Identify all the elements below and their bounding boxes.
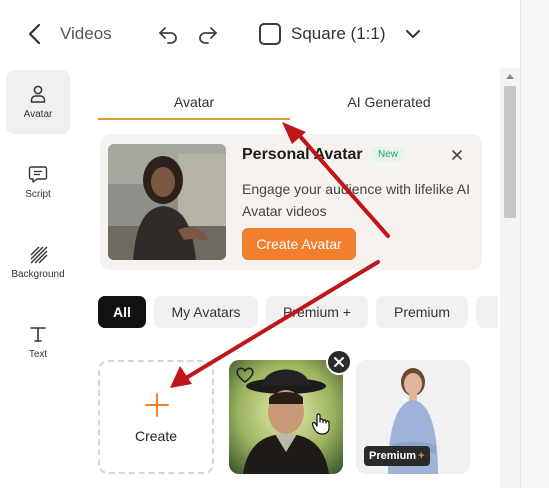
filter-chip-my-avatars[interactable]: My Avatars — [154, 296, 258, 328]
filter-chip-premium[interactable]: Premium — [376, 296, 468, 328]
tab-bar: Avatar AI Generated — [98, 84, 488, 120]
aspect-ratio-select[interactable]: Square (1:1) — [259, 22, 422, 46]
filter-chip-premium-plus[interactable]: Premium + — [266, 296, 368, 328]
personal-avatar-promo: Personal Avatar New Engage your audience… — [100, 134, 482, 270]
close-icon[interactable] — [450, 148, 464, 162]
square-icon — [259, 23, 281, 45]
top-bar: Videos Square (1:1) — [0, 0, 520, 68]
page-title: Videos — [60, 24, 112, 43]
aspect-ratio-label: Square (1:1) — [291, 24, 386, 43]
close-icon — [334, 357, 344, 367]
chevron-down-icon — [405, 30, 420, 38]
sidenav-label: Script — [25, 189, 51, 200]
filter-chip-all[interactable]: All — [98, 296, 146, 328]
filter-chips: All My Avatars Premium + Premium — [98, 296, 498, 330]
promo-title: Personal Avatar — [242, 146, 363, 163]
sidenav-label: Background — [11, 269, 65, 280]
redo-icon[interactable] — [196, 22, 220, 46]
filter-chip-overflow[interactable] — [476, 296, 498, 328]
premium-badge: Premium + — [364, 446, 430, 466]
sidenav-item-background[interactable]: Background — [6, 230, 70, 294]
chevron-left-icon[interactable] — [24, 22, 46, 46]
premium-badge-plus: + — [418, 450, 425, 462]
tab-avatar[interactable]: Avatar — [98, 84, 290, 120]
stripes-icon — [30, 246, 48, 264]
sidenav-item-avatar[interactable]: Avatar — [6, 70, 70, 134]
sidenav-label: Text — [28, 349, 48, 360]
person-icon — [30, 85, 46, 103]
promo-description: Engage your audience with lifelike AI Av… — [242, 181, 471, 219]
new-badge: New — [372, 147, 405, 162]
create-avatar-card[interactable]: Create — [98, 360, 214, 474]
avatar-panel: Avatar AI Generated Personal Avatar New — [86, 68, 500, 488]
heart-icon[interactable] — [235, 366, 255, 384]
create-label: Create — [134, 428, 178, 444]
tab-ai-generated[interactable]: AI Generated — [290, 84, 488, 120]
premium-badge-label: Premium — [369, 450, 417, 462]
undo-icon[interactable] — [156, 22, 180, 46]
window-edge — [520, 0, 549, 488]
side-nav: Avatar Script Background Text — [0, 68, 78, 488]
chat-icon — [28, 166, 48, 183]
avatar-panel-screen: { "header": { "back_icon": "chevron-left… — [0, 0, 549, 488]
scroll-up-arrow-icon[interactable] — [505, 72, 515, 80]
create-avatar-button[interactable]: Create Avatar — [242, 228, 356, 260]
text-t-icon — [30, 327, 46, 342]
sidenav-label: Avatar — [23, 109, 53, 120]
hand-cursor-icon — [311, 413, 330, 435]
avatar-card-woman[interactable]: Premium + — [356, 360, 470, 474]
scrollbar-thumb[interactable] — [504, 86, 516, 218]
sidenav-item-script[interactable]: Script — [6, 150, 70, 214]
plus-icon — [145, 393, 169, 417]
promo-avatar-image — [108, 144, 226, 260]
active-tab-underline — [98, 118, 290, 120]
sidenav-item-text[interactable]: Text — [6, 310, 70, 374]
remove-avatar-button[interactable] — [326, 349, 352, 375]
